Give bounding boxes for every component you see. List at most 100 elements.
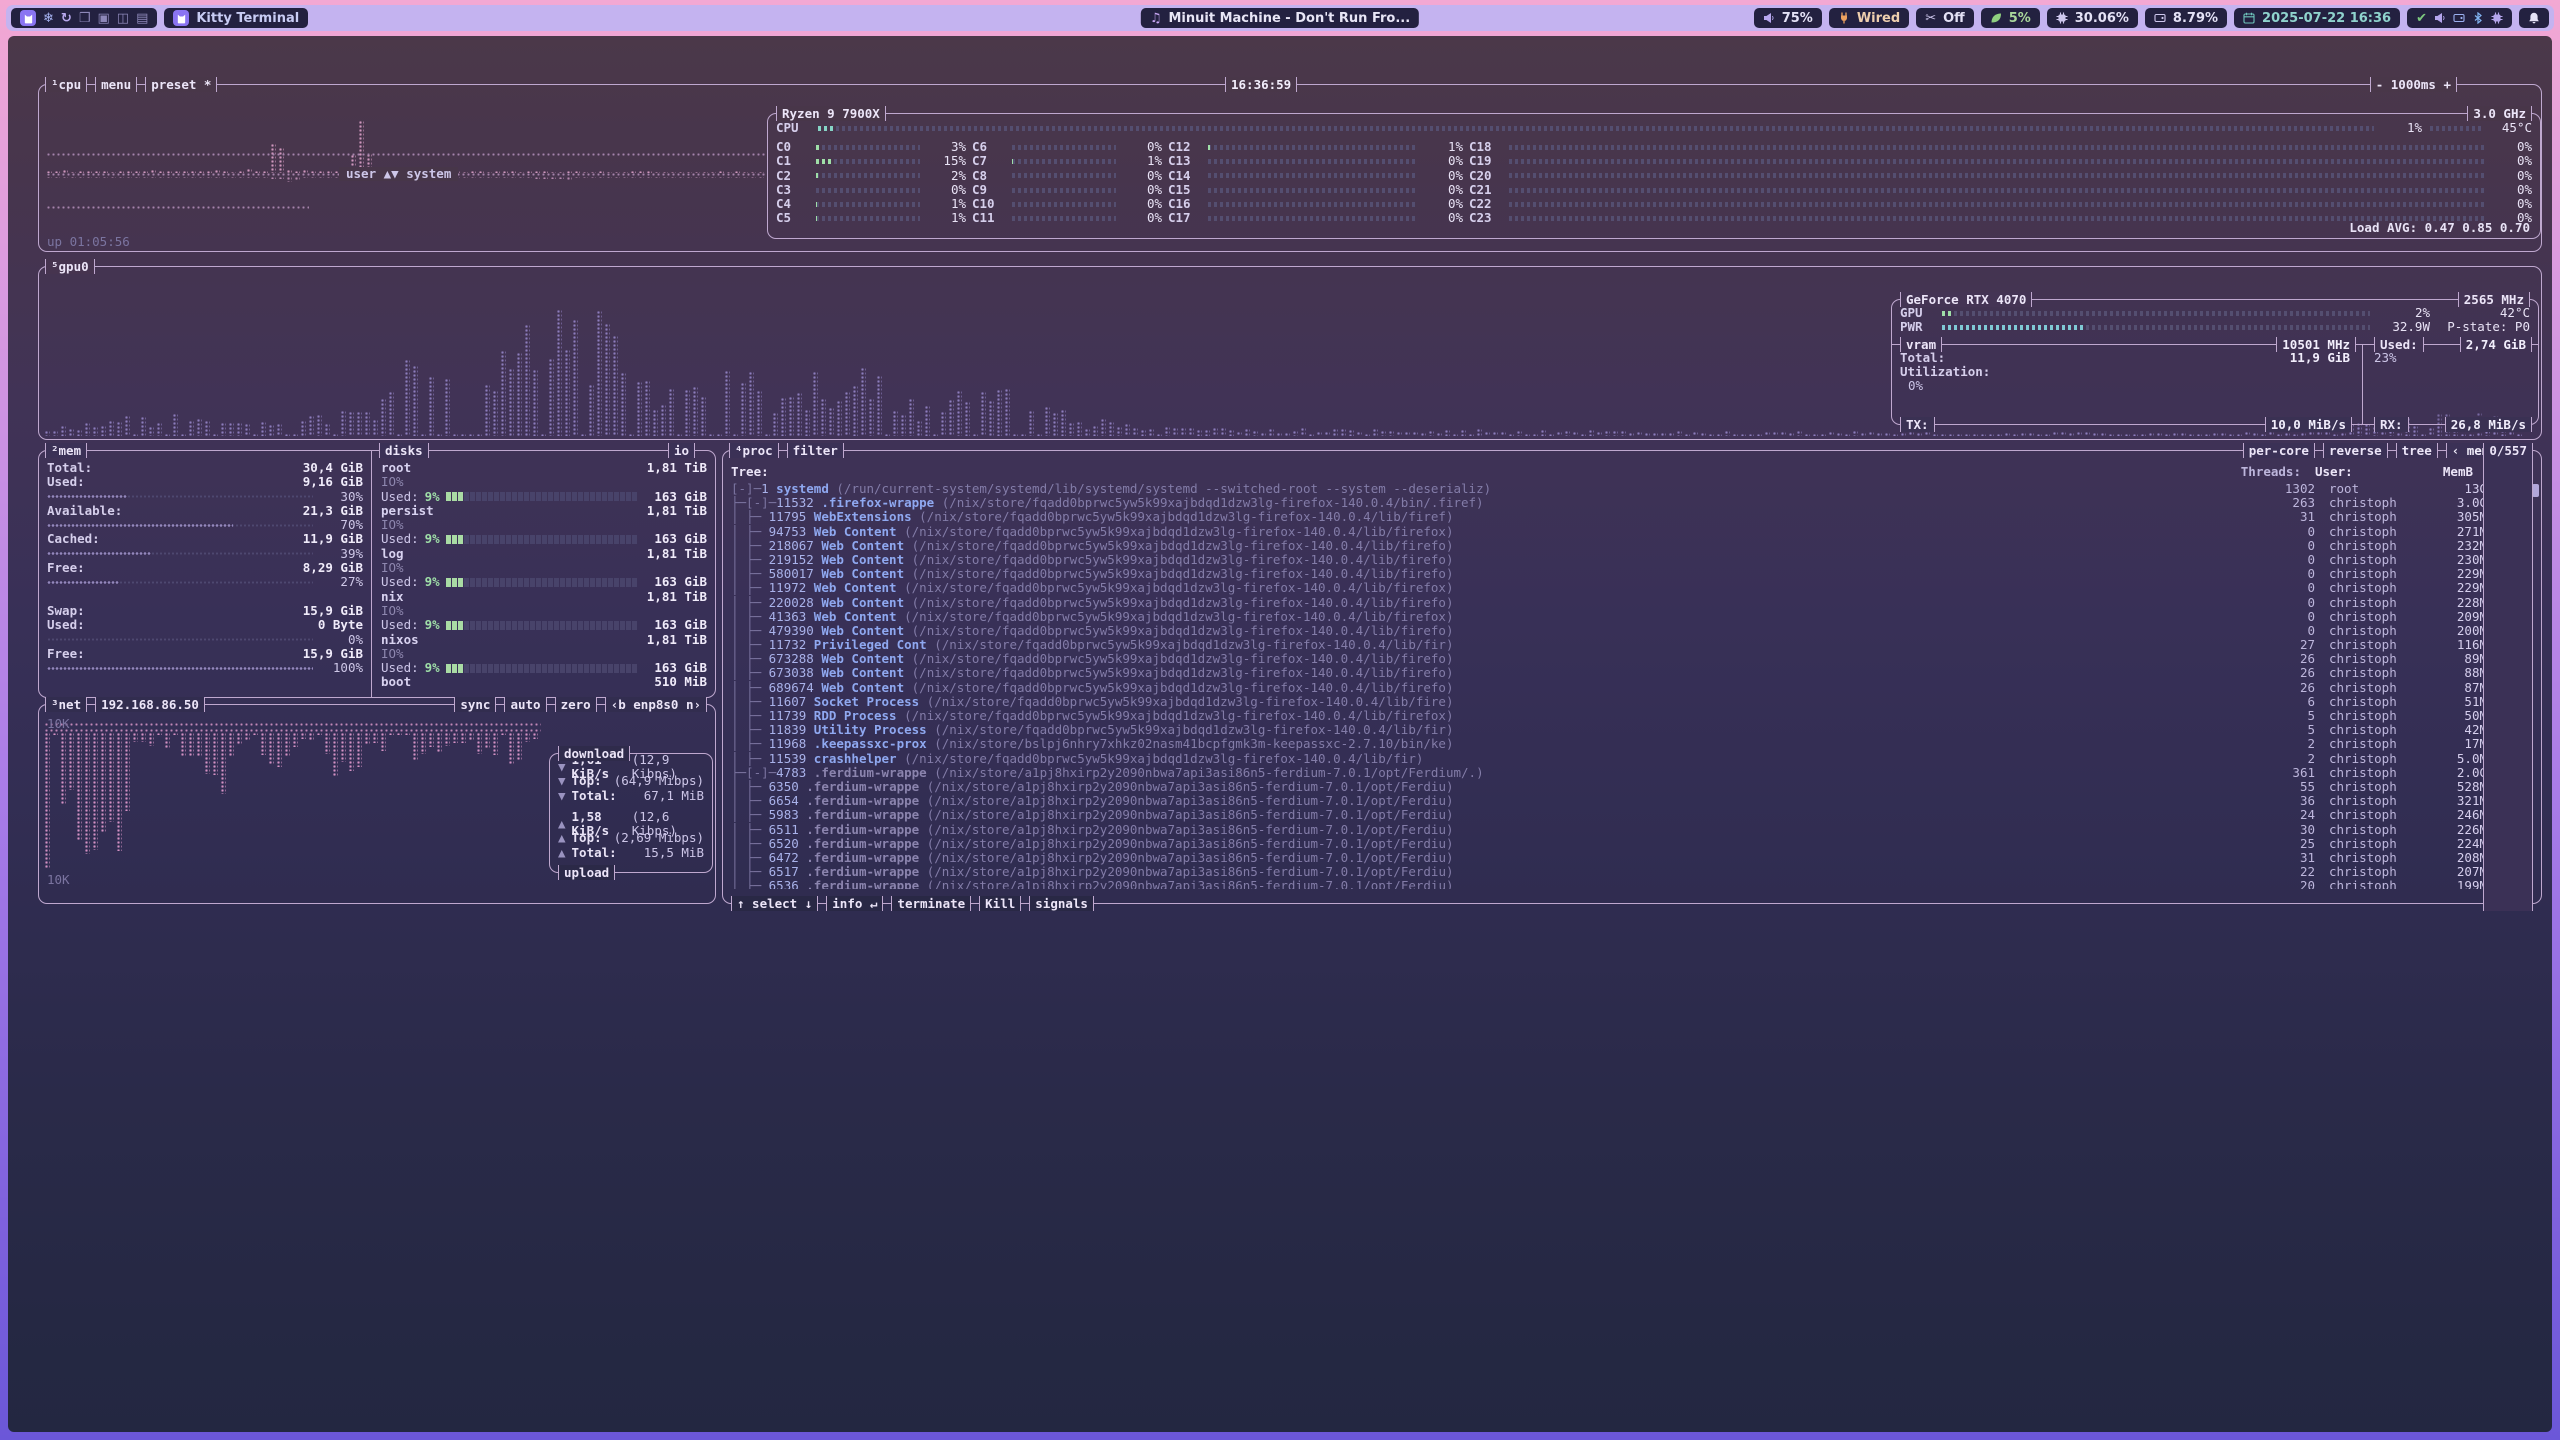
graph-column xyxy=(237,423,242,436)
process-row[interactable]: │ ├─ 11739 RDD Process (/nix/store/fqadd… xyxy=(731,709,2533,723)
tray-audio[interactable] xyxy=(2434,12,2446,24)
process-row[interactable]: │ ├─ 479390 Web Content (/nix/store/fqad… xyxy=(731,624,2533,638)
workspace-7[interactable]: ▤ xyxy=(136,11,148,26)
gpu-box-label[interactable]: ⁵gpu0 xyxy=(45,259,95,274)
process-user: christoph xyxy=(2315,794,2415,808)
workspace-5[interactable]: ▣ xyxy=(97,11,109,26)
process-row[interactable]: │ ├─ 6472 .ferdium-wrappe (/nix/store/a1… xyxy=(731,851,2533,865)
meter-block xyxy=(464,664,469,673)
process-row[interactable]: │ ├─ 11539 crashhelper (/nix/store/fqadd… xyxy=(731,752,2533,766)
network-box-label[interactable]: ³net xyxy=(45,697,87,712)
graph-column xyxy=(797,393,802,436)
column-memory[interactable]: MemB xyxy=(2401,465,2473,479)
tray-settings[interactable] xyxy=(2491,12,2503,24)
media-pill[interactable]: ♫ Minuit Machine - Don't Run Fro... xyxy=(1141,8,1419,28)
filter-button[interactable]: filter xyxy=(787,443,844,458)
tray-bluetooth[interactable] xyxy=(2472,12,2484,24)
select-control[interactable]: ↑ select ↓ xyxy=(731,896,818,911)
window-title-pill[interactable]: Kitty Terminal xyxy=(164,8,308,28)
process-row[interactable]: [-]─1 systemd (/run/current-system/syste… xyxy=(731,482,2533,496)
process-box-label[interactable]: ⁴proc xyxy=(729,443,779,458)
signals-button[interactable]: signals xyxy=(1029,896,1094,911)
module-clock[interactable]: 2025-07-22 16:36 xyxy=(2234,8,2400,28)
net-control-zero[interactable]: zero xyxy=(555,697,597,712)
notification-bell-pill[interactable] xyxy=(2519,8,2549,28)
process-row[interactable]: │ ├─ 6536 .ferdium-wrappe (/nix/store/a1… xyxy=(731,879,2533,889)
module-cpu-usage[interactable]: 5% xyxy=(1981,8,2040,28)
process-memory: 229M xyxy=(2415,581,2487,595)
proc-control-reverse[interactable]: reverse xyxy=(2323,443,2388,458)
process-row[interactable]: │ ├─ 11732 Privileged Cont (/nix/store/f… xyxy=(731,638,2533,652)
spacer xyxy=(47,590,363,604)
graph-column xyxy=(277,424,282,436)
process-row[interactable]: │ ├─ 673288 Web Content (/nix/store/fqad… xyxy=(731,652,2533,666)
process-row[interactable]: │ ├─ 689674 Web Content (/nix/store/fqad… xyxy=(731,681,2533,695)
module-volume[interactable]: 75% xyxy=(1754,8,1822,28)
graph-column xyxy=(551,177,556,179)
column-tree[interactable]: Tree: xyxy=(731,465,2237,479)
process-row[interactable]: │ ├─ 220028 Web Content (/nix/store/fqad… xyxy=(731,596,2533,610)
workspace-4[interactable]: ❒ xyxy=(79,11,91,26)
process-tree-prefix: │ ├─ xyxy=(731,652,769,666)
cpu-box-label[interactable]: ¹cpu xyxy=(45,77,87,92)
core-id: C0 xyxy=(776,140,810,154)
process-row[interactable]: │ ├─ 11607 Socket Process (/nix/store/fq… xyxy=(731,695,2533,709)
terminate-button[interactable]: terminate xyxy=(891,896,971,911)
tray-check[interactable]: ✔ xyxy=(2416,11,2427,26)
memory-box-label[interactable]: ²mem xyxy=(45,443,87,458)
process-row[interactable]: │ ├─ 218067 Web Content (/nix/store/fqad… xyxy=(731,539,2533,553)
tray-storage[interactable] xyxy=(2453,12,2465,24)
graph-column xyxy=(125,416,130,436)
workspaces-pill[interactable]: ❄ ↻ ❒ ▣ ◫ ▤ xyxy=(11,8,157,28)
graph-column xyxy=(1525,434,1530,436)
workspace-6[interactable]: ◫ xyxy=(117,11,129,26)
process-row[interactable]: │ ├─ 11795 WebExtensions (/nix/store/fqa… xyxy=(731,510,2533,524)
disks-label[interactable]: disks xyxy=(379,443,429,458)
update-interval-control[interactable]: - 1000ms + xyxy=(2370,77,2457,92)
proc-control-per-core[interactable]: per-core xyxy=(2243,443,2315,458)
module-disk-usage[interactable]: 8.79% xyxy=(2145,8,2227,28)
column-threads[interactable]: Threads: xyxy=(2237,465,2301,479)
net-control-interface[interactable]: ‹b enp8s0 n› xyxy=(605,697,707,712)
refresh-workspace[interactable]: ↻ xyxy=(61,11,72,26)
graph-column xyxy=(1453,434,1458,436)
preset-button[interactable]: preset * xyxy=(145,77,217,92)
meter-block xyxy=(524,621,529,630)
process-row[interactable]: │ ├─ 11968 .keepassxc-prox (/nix/store/b… xyxy=(731,737,2533,751)
net-control-sync[interactable]: sync xyxy=(454,697,496,712)
system-tray[interactable]: ✔ xyxy=(2407,8,2512,28)
disks-io-toggle[interactable]: io xyxy=(668,443,695,458)
module-idle-inhibitor[interactable]: ✂Off xyxy=(1916,8,1974,28)
module-network[interactable]: Wired xyxy=(1829,8,1909,28)
net-control-auto[interactable]: auto xyxy=(504,697,546,712)
process-row[interactable]: │ ├─ 6517 .ferdium-wrappe (/nix/store/a1… xyxy=(731,865,2533,879)
process-row[interactable]: │ ├─ 41363 Web Content (/nix/store/fqadd… xyxy=(731,610,2533,624)
process-row[interactable]: ├─[-]─4783 .ferdium-wrappe (/nix/store/a… xyxy=(731,766,2533,780)
nix-workspace[interactable]: ❄ xyxy=(43,11,54,26)
info-button[interactable]: info ↵ xyxy=(826,896,883,911)
process-row[interactable]: │ ├─ 94753 Web Content (/nix/store/fqadd… xyxy=(731,525,2533,539)
module-memory-usage[interactable]: 30.06% xyxy=(2047,8,2138,28)
menu-button[interactable]: menu xyxy=(95,77,137,92)
process-row[interactable]: │ ├─ 580017 Web Content (/nix/store/fqad… xyxy=(731,567,2533,581)
mem-meter-row: 0% xyxy=(47,633,363,647)
process-row[interactable]: │ ├─ 6511 .ferdium-wrappe (/nix/store/a1… xyxy=(731,823,2533,837)
kitty-logo[interactable] xyxy=(20,10,36,26)
proc-control-tree[interactable]: tree xyxy=(2396,443,2438,458)
process-row[interactable]: ├─[-]─11532 .firefox-wrappe (/nix/store/… xyxy=(731,496,2533,510)
process-row[interactable]: │ ├─ 6654 .ferdium-wrappe (/nix/store/a1… xyxy=(731,794,2533,808)
graph-column xyxy=(511,177,516,178)
column-user[interactable]: User: xyxy=(2301,465,2401,479)
process-row[interactable]: │ ├─ 219152 Web Content (/nix/store/fqad… xyxy=(731,553,2533,567)
graph-column xyxy=(781,398,786,436)
process-row[interactable]: │ ├─ 11839 Utility Process (/nix/store/f… xyxy=(731,723,2533,737)
process-row[interactable]: │ ├─ 6520 .ferdium-wrappe (/nix/store/a1… xyxy=(731,837,2533,851)
process-row[interactable]: │ ├─ 5983 .ferdium-wrappe (/nix/store/a1… xyxy=(731,808,2533,822)
graph-column xyxy=(1381,431,1386,436)
process-row[interactable]: │ ├─ 673038 Web Content (/nix/store/fqad… xyxy=(731,666,2533,680)
kill-button[interactable]: Kill xyxy=(979,896,1021,911)
process-path: (/nix/store/fqadd0bprwc5yw5k99xajbdqd1dz… xyxy=(912,539,1454,553)
process-row[interactable]: │ ├─ 6350 .ferdium-wrappe (/nix/store/a1… xyxy=(731,780,2533,794)
process-scrollbar-thumb[interactable] xyxy=(2532,484,2539,497)
process-row[interactable]: │ ├─ 11972 Web Content (/nix/store/fqadd… xyxy=(731,581,2533,595)
